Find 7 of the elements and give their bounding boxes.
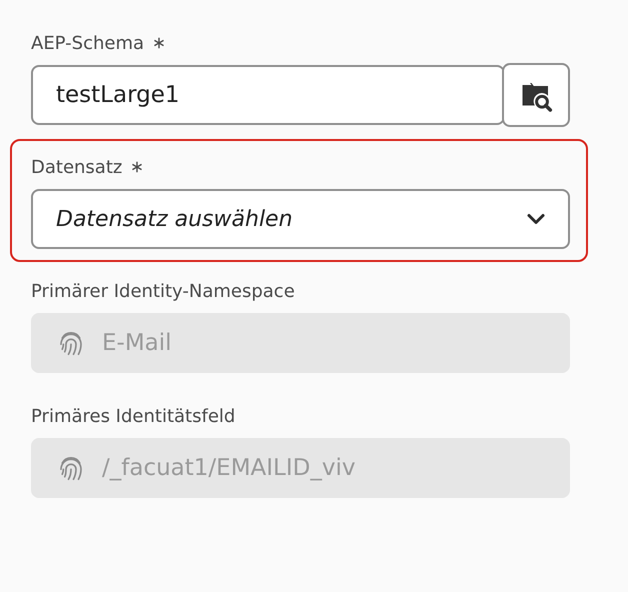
field-label: AEP-Schema [31, 32, 144, 54]
dropdown-field[interactable]: Datensatz auswählen [31, 189, 570, 249]
field-label: Primärer Identity-Namespace [31, 280, 295, 302]
text-field[interactable]: testLarge1 [31, 65, 505, 125]
field-label: Datensatz [31, 156, 122, 178]
browse-button[interactable] [502, 63, 570, 127]
field-label: Primäres Identitätsfeld [31, 406, 236, 426]
